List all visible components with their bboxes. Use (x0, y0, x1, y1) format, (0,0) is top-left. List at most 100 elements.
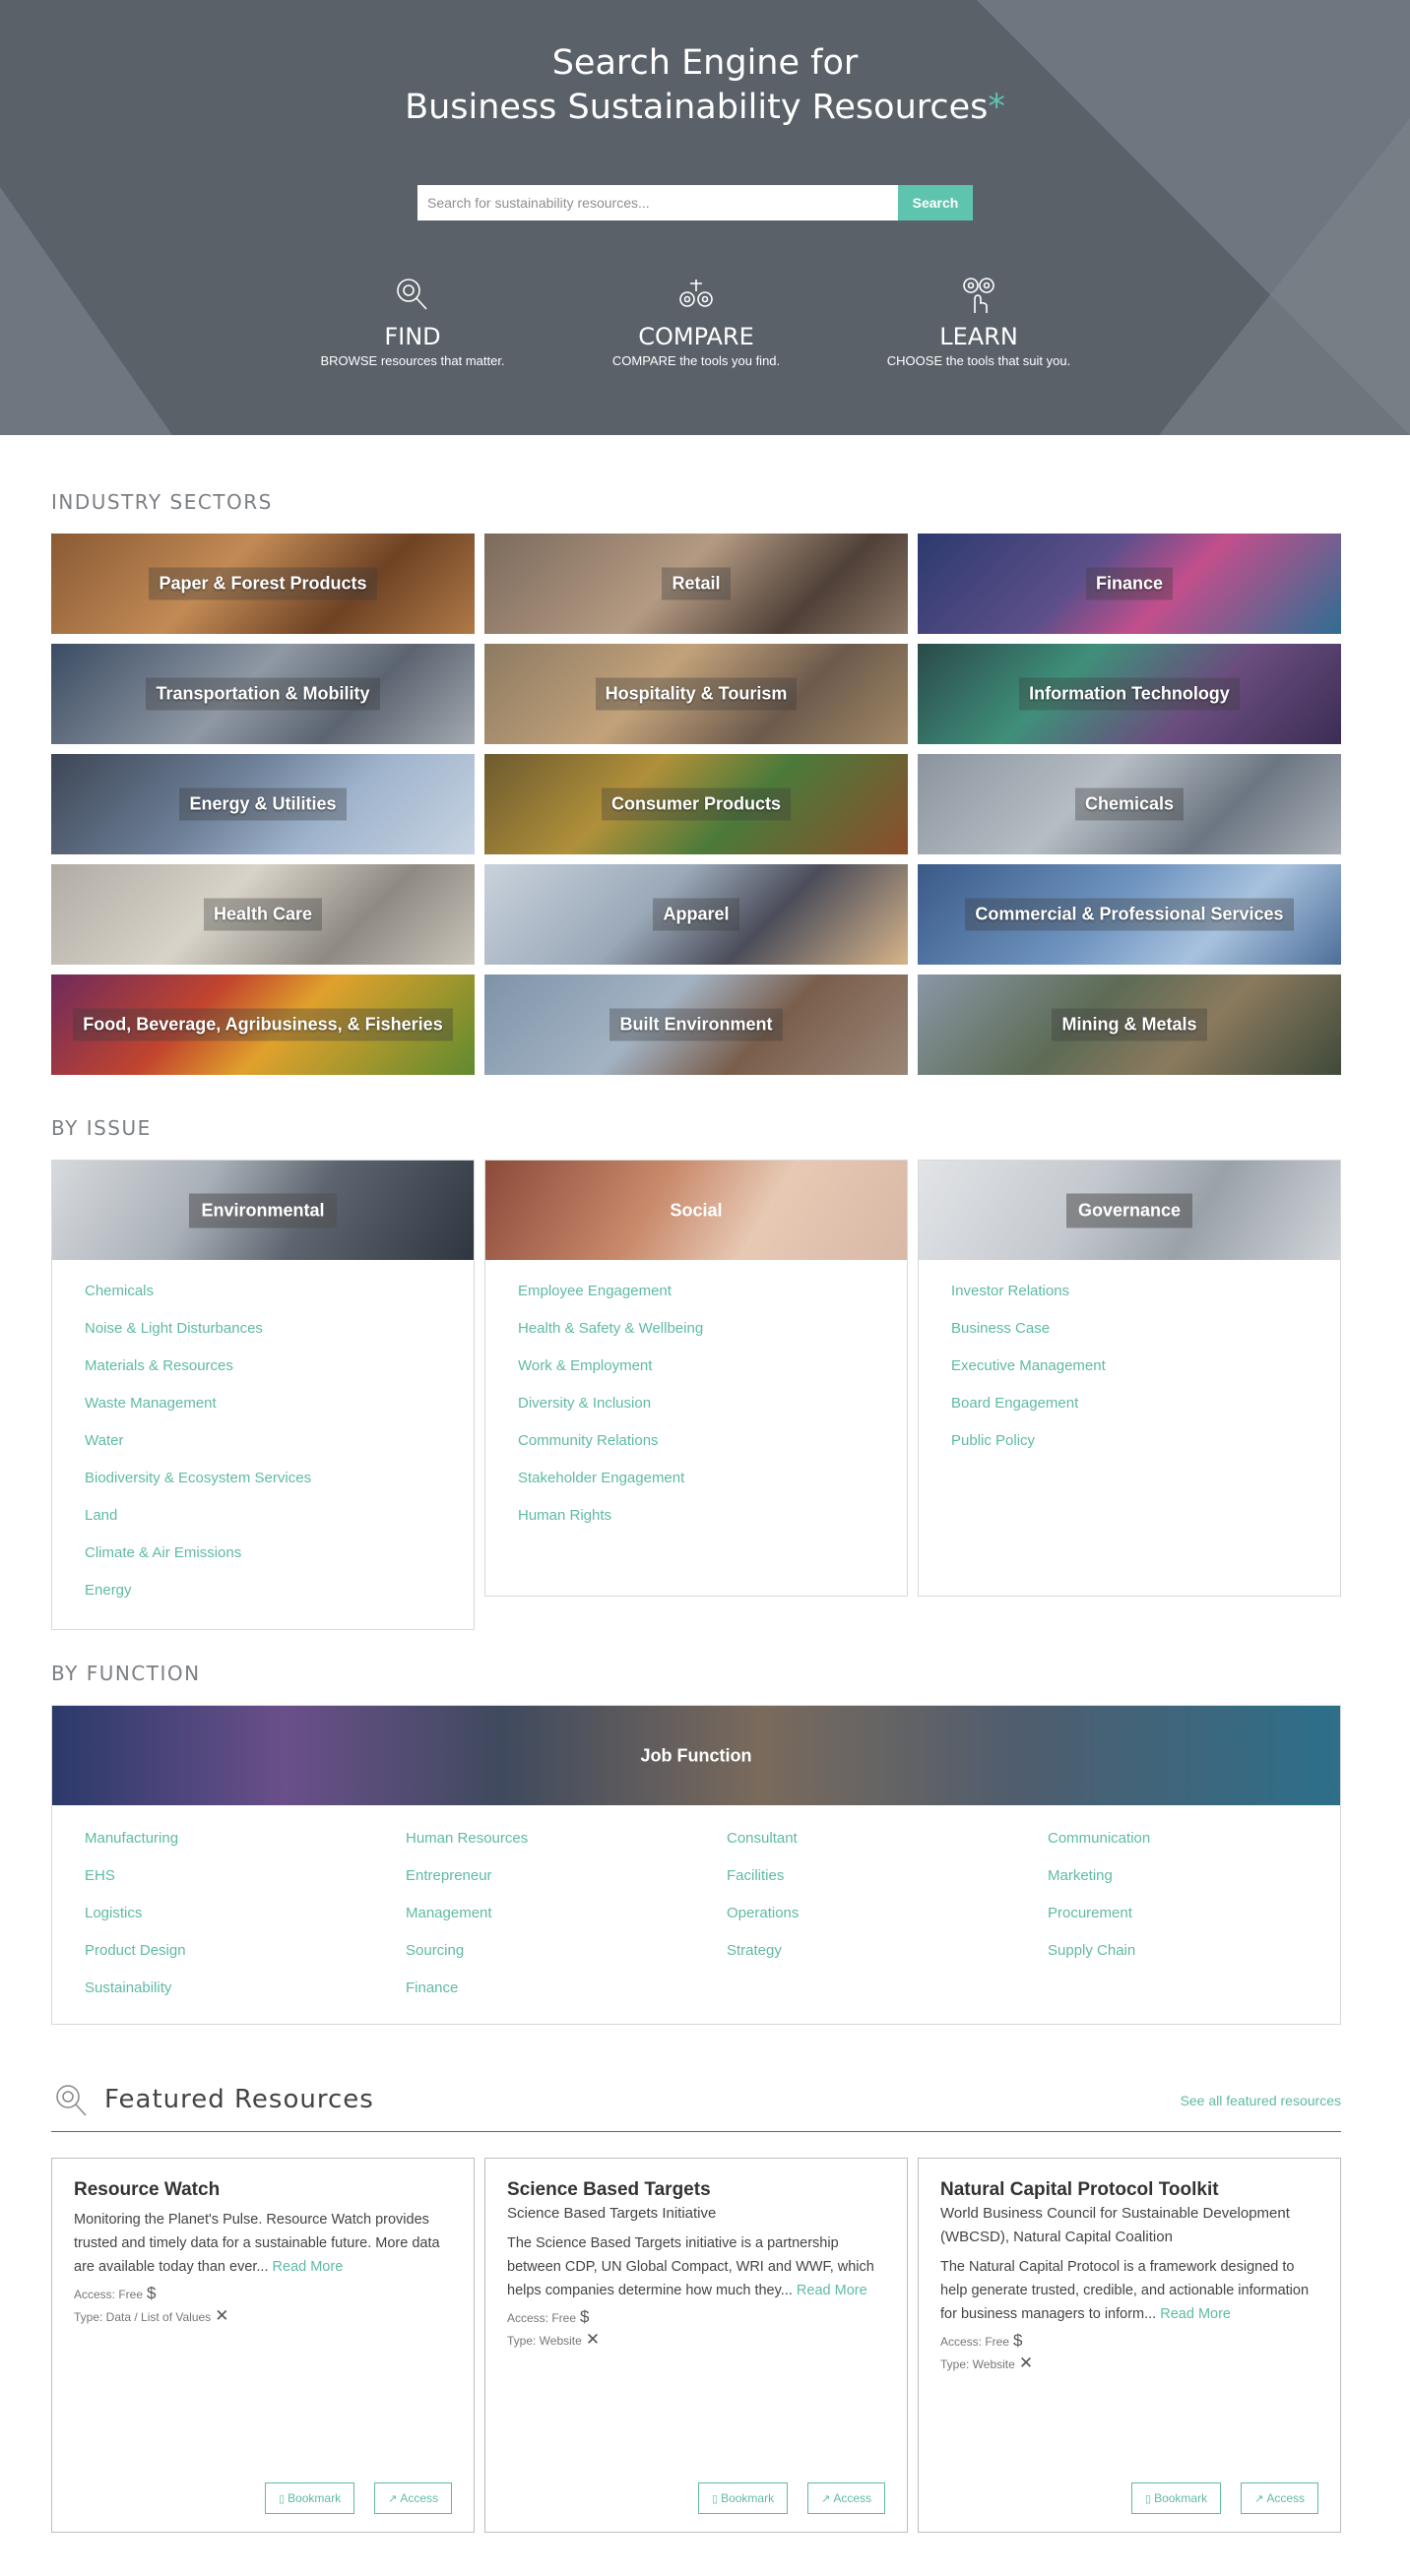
resource-actions: ▯ Bookmark ↗ Access (698, 2482, 885, 2514)
issue-link[interactable]: Noise & Light Disturbances (85, 1320, 263, 1337)
issue-list: Employee Engagement Health & Safety & We… (485, 1260, 907, 1555)
function-link[interactable]: Management (406, 1905, 492, 1921)
bookmark-button[interactable]: ▯ Bookmark (698, 2482, 789, 2514)
function-link[interactable]: Consultant (727, 1830, 798, 1847)
resource-title[interactable]: Natural Capital Protocol Toolkit (940, 2178, 1318, 2202)
access-label: Access (400, 2491, 438, 2505)
job-function-header[interactable]: Job Function (52, 1706, 1340, 1805)
sector-tile-finance[interactable]: Finance (918, 534, 1341, 634)
pillar-heading: FIND (384, 323, 441, 350)
function-link[interactable]: Procurement (1048, 1905, 1132, 1921)
resource-access: Access: Free $ (507, 2306, 885, 2329)
issue-link[interactable]: Health & Safety & Wellbeing (518, 1320, 703, 1337)
sector-tile-built-environment[interactable]: Built Environment (484, 974, 908, 1075)
see-all-featured-link[interactable]: See all featured resources (1181, 2093, 1341, 2108)
resource-title[interactable]: Resource Watch (74, 2178, 452, 2202)
search-button[interactable]: Search (898, 185, 973, 220)
issue-link[interactable]: Business Case (951, 1320, 1050, 1337)
resource-card: Resource Watch Monitoring the Planet's P… (51, 2158, 475, 2533)
sector-tile-label: Information Technology (1019, 677, 1240, 711)
function-link[interactable]: Sustainability (85, 1979, 171, 1996)
list-item: EHS (85, 1866, 406, 1904)
issue-link[interactable]: Investor Relations (951, 1283, 1069, 1299)
list-item: Executive Management (951, 1356, 1340, 1394)
function-link[interactable]: Manufacturing (85, 1830, 178, 1847)
sector-tile-information-technology[interactable]: Information Technology (918, 644, 1341, 744)
resource-access: Access: Free $ (940, 2330, 1318, 2353)
issue-link[interactable]: Materials & Resources (85, 1357, 233, 1374)
function-link[interactable]: Sourcing (406, 1942, 464, 1959)
access-button[interactable]: ↗ Access (807, 2482, 885, 2514)
function-link[interactable]: Finance (406, 1979, 458, 1996)
function-link[interactable]: Product Design (85, 1942, 186, 1959)
functions-heading: BY FUNCTION (51, 1662, 201, 1685)
read-more-link[interactable]: Read More (797, 2283, 867, 2298)
list-item: Board Engagement (951, 1394, 1340, 1431)
featured-search-icon (51, 2081, 91, 2125)
job-function-card: Job Function Manufacturing EHS Logistics… (51, 1705, 1341, 2025)
hero-banner: Search Engine for Business Sustainabilit… (0, 0, 1410, 435)
function-link[interactable]: Marketing (1048, 1867, 1113, 1884)
issue-card-title: Governance (1065, 1193, 1193, 1227)
function-link[interactable]: Communication (1048, 1830, 1150, 1847)
issue-link[interactable]: Water (85, 1432, 123, 1449)
bookmark-icon: ▯ (1145, 2493, 1152, 2505)
sector-tile-retail[interactable]: Retail (484, 534, 908, 634)
sector-tile-label: Health Care (203, 898, 323, 931)
function-link[interactable]: Human Resources (406, 1830, 528, 1847)
list-item: Biodiversity & Ecosystem Services (85, 1469, 474, 1506)
sector-tile-health-care[interactable]: Health Care (51, 864, 475, 965)
sector-tile-label: Mining & Metals (1052, 1008, 1207, 1041)
issue-link[interactable]: Board Engagement (951, 1395, 1078, 1412)
issue-link[interactable]: Chemicals (85, 1283, 154, 1299)
list-item: Product Design (85, 1941, 406, 1979)
issue-link[interactable]: Community Relations (518, 1432, 659, 1449)
resource-type-text: Type: Website (940, 2357, 1015, 2371)
issue-card-header[interactable]: Environmental (52, 1161, 474, 1260)
issue-link[interactable]: Executive Management (951, 1357, 1106, 1374)
list-item: Business Case (951, 1319, 1340, 1356)
issue-link[interactable]: Work & Employment (518, 1357, 652, 1374)
sector-tile-energy-utilities[interactable]: Energy & Utilities (51, 754, 475, 854)
issue-link[interactable]: Employee Engagement (518, 1283, 672, 1299)
resource-type-text: Type: Data / List of Values (74, 2310, 212, 2324)
sector-tile-food-beverage[interactable]: Food, Beverage, Agribusiness, & Fisherie… (51, 974, 475, 1075)
issue-link[interactable]: Land (85, 1507, 117, 1524)
bookmark-button[interactable]: ▯ Bookmark (265, 2482, 355, 2514)
sector-tile-commercial-services[interactable]: Commercial & Professional Services (918, 864, 1341, 965)
sector-tile-transportation[interactable]: Transportation & Mobility (51, 644, 475, 744)
sector-tile-chemicals[interactable]: Chemicals (918, 754, 1341, 854)
function-link[interactable]: Supply Chain (1048, 1942, 1135, 1959)
access-button[interactable]: ↗ Access (1241, 2482, 1318, 2514)
issue-link[interactable]: Biodiversity & Ecosystem Services (85, 1470, 311, 1486)
issue-link[interactable]: Public Policy (951, 1432, 1035, 1449)
function-link[interactable]: Entrepreneur (406, 1867, 492, 1884)
sector-tile-apparel[interactable]: Apparel (484, 864, 908, 965)
issue-card-header[interactable]: Social (485, 1161, 907, 1260)
compare-icon (674, 274, 718, 317)
issue-link[interactable]: Diversity & Inclusion (518, 1395, 651, 1412)
resource-organization: Science Based Targets Initiative (507, 2205, 717, 2222)
function-link[interactable]: Facilities (727, 1867, 784, 1884)
issue-link[interactable]: Human Rights (518, 1507, 611, 1524)
issue-link[interactable]: Stakeholder Engagement (518, 1470, 684, 1486)
issue-link[interactable]: Climate & Air Emissions (85, 1544, 241, 1561)
search-input[interactable] (417, 185, 898, 220)
issue-link[interactable]: Energy (85, 1582, 132, 1599)
sector-tile-mining-metals[interactable]: Mining & Metals (918, 974, 1341, 1075)
issue-link[interactable]: Waste Management (85, 1395, 217, 1412)
bookmark-button[interactable]: ▯ Bookmark (1131, 2482, 1222, 2514)
function-link[interactable]: Operations (727, 1905, 799, 1921)
function-link[interactable]: Logistics (85, 1905, 142, 1921)
access-button[interactable]: ↗ Access (374, 2482, 452, 2514)
read-more-link[interactable]: Read More (273, 2259, 344, 2275)
function-link[interactable]: Strategy (727, 1942, 782, 1959)
sector-tile-consumer-products[interactable]: Consumer Products (484, 754, 908, 854)
function-link[interactable]: EHS (85, 1867, 115, 1884)
list-item: Noise & Light Disturbances (85, 1319, 474, 1356)
sector-tile-paper-forest[interactable]: Paper & Forest Products (51, 534, 475, 634)
sector-tile-hospitality[interactable]: Hospitality & Tourism (484, 644, 908, 744)
issue-card-header[interactable]: Governance (919, 1161, 1340, 1260)
read-more-link[interactable]: Read More (1160, 2306, 1231, 2322)
resource-title[interactable]: Science Based Targets (507, 2178, 885, 2202)
